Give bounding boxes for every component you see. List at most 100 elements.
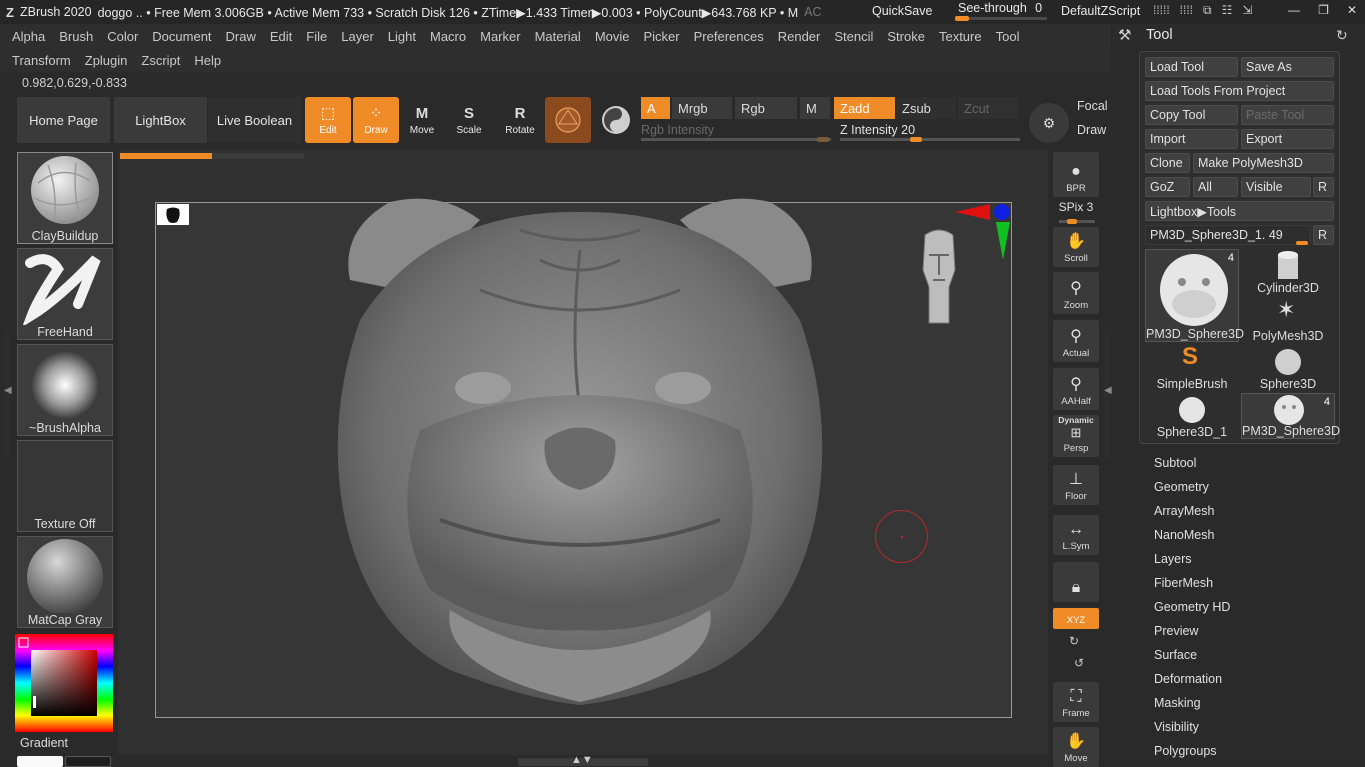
tool-thumb-pm3d-sphere-2[interactable]: 4 PM3D_Sphere3D <box>1241 393 1340 439</box>
subpalette-surface[interactable]: Surface <box>1154 648 1197 662</box>
menu-material[interactable]: Material <box>528 29 588 44</box>
menu-layout-2-icon[interactable]: ⁞⁞⁞⁞ <box>1180 3 1193 18</box>
lock-button[interactable]: 🔒︎ <box>1053 562 1099 602</box>
sphere-material-button[interactable] <box>596 97 636 143</box>
live-boolean-button[interactable]: Live Boolean <box>208 97 301 143</box>
menu-movie[interactable]: Movie <box>588 29 637 44</box>
zcut-toggle[interactable]: Zcut <box>958 97 1018 119</box>
paste-tool-button[interactable]: Paste Tool <box>1241 105 1334 125</box>
home-page-button[interactable]: Home Page <box>17 97 110 143</box>
stroke-picker[interactable]: FreeHand <box>17 248 113 340</box>
move-view-button[interactable]: ✋ Move <box>1053 727 1099 767</box>
minimize-icon[interactable]: — <box>1288 3 1300 17</box>
bpr-button[interactable]: ● BPR <box>1053 152 1099 197</box>
subpalette-fibermesh[interactable]: FiberMesh <box>1154 576 1213 590</box>
menu-macro[interactable]: Macro <box>423 29 473 44</box>
menu-preferences[interactable]: Preferences <box>687 29 771 44</box>
subpalette-visibility[interactable]: Visibility <box>1154 720 1199 734</box>
subpalette-deformation[interactable]: Deformation <box>1154 672 1222 686</box>
tool-thumb-sphere3d[interactable]: Sphere3D <box>1241 345 1335 391</box>
make-polymesh-button[interactable]: Make PolyMesh3D <box>1193 153 1334 173</box>
tool-thumb-sphere3d-1[interactable]: Sphere3D_1 <box>1145 393 1239 439</box>
material-picker[interactable]: MatCap Gray <box>17 536 113 628</box>
material-mode-button[interactable] <box>545 97 591 143</box>
rotate-mode-button[interactable]: R Rotate <box>497 97 543 143</box>
rotate-z-icon[interactable]: ↺ <box>1074 656 1084 670</box>
window-switch-icon[interactable]: ⧉ <box>1203 3 1212 18</box>
rotate-y-icon[interactable]: ↻ <box>1069 634 1079 648</box>
secondary-color-swatch[interactable] <box>65 756 111 767</box>
subpalette-subtool[interactable]: Subtool <box>1154 456 1196 470</box>
menu-document[interactable]: Document <box>145 29 218 44</box>
menu-file[interactable]: File <box>299 29 334 44</box>
subpalette-masking[interactable]: Masking <box>1154 696 1201 710</box>
subpalette-nanomesh[interactable]: NanoMesh <box>1154 528 1214 542</box>
subpalette-preview[interactable]: Preview <box>1154 624 1198 638</box>
subpalette-layers[interactable]: Layers <box>1154 552 1192 566</box>
more-icon[interactable]: ⇲ <box>1242 3 1252 18</box>
local-symmetry-button[interactable]: ↔ L.Sym <box>1053 515 1099 555</box>
load-tool-button[interactable]: Load Tool <box>1145 57 1238 77</box>
tool-thumb-cylinder[interactable]: Cylinder3D <box>1241 249 1335 295</box>
seethrough-slider[interactable]: See-through 0 <box>953 1 1049 21</box>
floor-button[interactable]: ⊥ Floor <box>1053 465 1099 505</box>
draw-mode-button[interactable]: ⁘ Draw <box>353 97 399 143</box>
palette-icon[interactable]: ☷ <box>1222 3 1233 18</box>
mrgb-toggle[interactable]: Mrgb <box>672 97 732 119</box>
perspective-button[interactable]: Dynamic ⊞ Persp <box>1053 415 1099 457</box>
close-icon[interactable]: ✕ <box>1347 3 1357 17</box>
brush-picker[interactable]: ClayBuildup <box>17 152 113 244</box>
a-toggle[interactable]: A <box>641 97 670 119</box>
quicksave-button[interactable]: QuickSave <box>872 4 932 18</box>
edit-mode-button[interactable]: ⬚ Edit <box>305 97 351 143</box>
menu-transform[interactable]: Transform <box>0 53 78 68</box>
zsub-toggle[interactable]: Zsub <box>896 97 956 119</box>
tool-thumb-simplebrush[interactable]: S SimpleBrush <box>1145 343 1239 391</box>
goz-r-button[interactable]: R <box>1313 177 1334 197</box>
goz-visible-button[interactable]: Visible <box>1241 177 1311 197</box>
focal-shift-icon[interactable]: ⚙ <box>1029 103 1069 143</box>
menu-help[interactable]: Help <box>187 53 228 68</box>
maximize-icon[interactable]: ❐ <box>1318 3 1329 17</box>
scroll-arrows-icon[interactable]: ▲▼ <box>571 754 593 766</box>
frame-button[interactable]: ⛶ Frame <box>1053 682 1099 722</box>
current-tool-slider[interactable]: PM3D_Sphere3D_1. 49 <box>1145 225 1311 245</box>
m-toggle[interactable]: M <box>800 97 830 119</box>
scroll-button[interactable]: ✋ Scroll <box>1053 227 1099 267</box>
goz-all-button[interactable]: All <box>1193 177 1238 197</box>
rgb-intensity-slider[interactable]: Rgb Intensity <box>641 123 831 142</box>
refresh-icon[interactable]: ↻ <box>1336 27 1348 44</box>
rgb-toggle[interactable]: Rgb <box>735 97 797 119</box>
subpalette-geometry[interactable]: Geometry <box>1154 480 1209 494</box>
script-selector[interactable]: DefaultZScript <box>1061 4 1140 18</box>
goz-button[interactable]: GoZ <box>1145 177 1190 197</box>
menu-color[interactable]: Color <box>100 29 145 44</box>
current-tool-r-button[interactable]: R <box>1313 225 1334 245</box>
subpalette-arraymesh[interactable]: ArrayMesh <box>1154 504 1214 518</box>
color-picker[interactable] <box>15 634 113 732</box>
alpha-picker[interactable]: ~BrushAlpha <box>17 344 113 436</box>
left-arrow-icon[interactable]: ◀ <box>4 385 12 396</box>
orientation-head-icon[interactable] <box>915 225 963 325</box>
menu-edit[interactable]: Edit <box>263 29 299 44</box>
menu-brush[interactable]: Brush <box>52 29 100 44</box>
main-color-swatch[interactable] <box>17 756 63 767</box>
subpalette-polygroups[interactable]: Polygroups <box>1154 744 1217 758</box>
menu-picker[interactable]: Picker <box>637 29 687 44</box>
lightbox-button[interactable]: LightBox <box>114 97 207 143</box>
menu-draw[interactable]: Draw <box>219 29 263 44</box>
copy-tool-button[interactable]: Copy Tool <box>1145 105 1238 125</box>
menu-alpha[interactable]: Alpha <box>0 29 52 44</box>
clone-button[interactable]: Clone <box>1145 153 1190 173</box>
menu-tool[interactable]: Tool <box>989 29 1027 44</box>
menu-layout-icon[interactable]: ⁞⁞⁞⁞⁞ <box>1153 3 1170 18</box>
zoom-button[interactable]: ⚲ Zoom <box>1053 272 1099 314</box>
menu-zscript[interactable]: Zscript <box>134 53 187 68</box>
menu-stroke[interactable]: Stroke <box>880 29 932 44</box>
menu-layer[interactable]: Layer <box>334 29 381 44</box>
xyz-button[interactable]: XYZ <box>1053 608 1099 629</box>
spix-slider[interactable]: SPix 3 <box>1053 200 1099 224</box>
menu-render[interactable]: Render <box>771 29 828 44</box>
save-as-button[interactable]: Save As <box>1241 57 1334 77</box>
lightbox-tools-button[interactable]: Lightbox▶Tools <box>1145 201 1334 221</box>
